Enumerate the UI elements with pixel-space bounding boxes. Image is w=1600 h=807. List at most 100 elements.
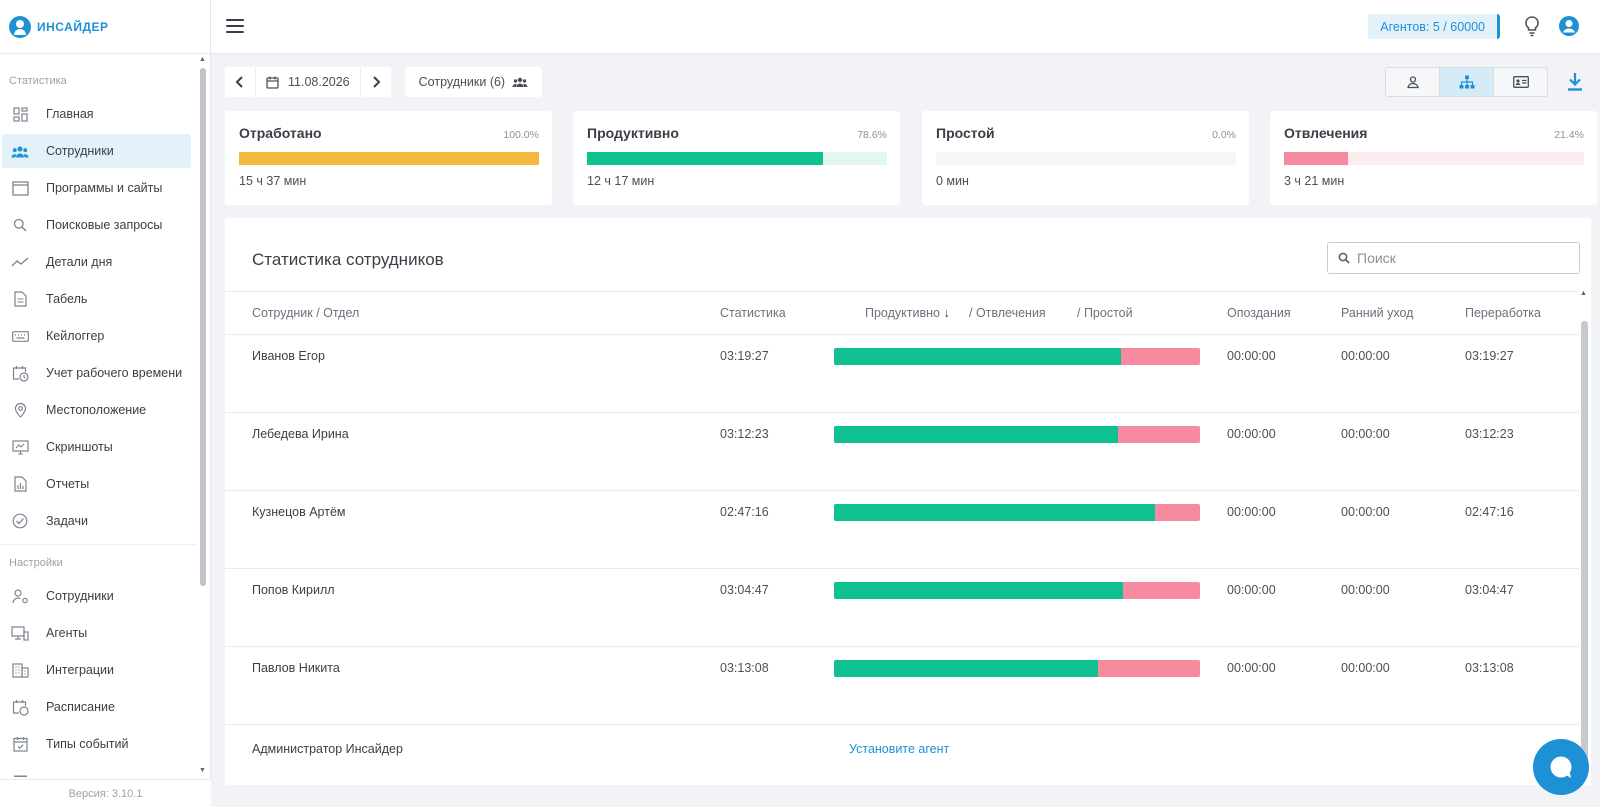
stats-item-2[interactable]: Программы и сайты xyxy=(2,171,191,205)
toolbar: 11.08.2026 Сотрудники (6) xyxy=(225,67,543,97)
date-value: 11.08.2026 xyxy=(288,75,350,89)
view-person-button[interactable] xyxy=(1386,68,1439,96)
clock-calendar-icon xyxy=(11,364,29,382)
install-agent-link[interactable]: Установите агент xyxy=(849,742,949,756)
stats-item-label: Сотрудники xyxy=(46,144,114,158)
employee-stats-panel: Статистика сотрудников Сотрудник / Отдел… xyxy=(225,218,1591,785)
schedule-icon xyxy=(11,698,29,716)
summary-card-value: 12 ч 17 мин xyxy=(587,174,655,188)
col-distraction[interactable]: / Отвлечения xyxy=(969,306,1046,320)
user-account-icon[interactable] xyxy=(1558,15,1580,37)
stats-item-label: Местоположение xyxy=(46,403,147,417)
chat-bubble-icon xyxy=(1550,756,1572,778)
stats-item-4[interactable]: Детали дня xyxy=(2,245,191,279)
chevron-right-icon xyxy=(372,76,381,88)
distraction-segment xyxy=(1154,504,1200,521)
summary-card-bar-fill xyxy=(587,152,823,165)
search-input[interactable] xyxy=(1357,250,1557,266)
col-employee[interactable]: Сотрудник / Отдел xyxy=(252,306,359,320)
window-icon xyxy=(11,179,29,197)
productivity-bar xyxy=(834,348,1200,365)
col-productive[interactable]: Продуктивно ↓ xyxy=(865,306,950,320)
employees-filter-button[interactable]: Сотрудники (6) xyxy=(404,67,543,97)
employee-name: Попов Кирилл xyxy=(252,583,335,597)
chevron-left-icon xyxy=(235,76,243,88)
stats-item-7[interactable]: Учет рабочего времени xyxy=(2,356,191,390)
summary-card-bar xyxy=(936,152,1236,165)
settings-item-4[interactable]: Типы событий xyxy=(2,727,191,761)
summary-card-bar xyxy=(587,152,887,165)
settings-item-2[interactable]: Интеграции xyxy=(2,653,191,687)
table-row[interactable]: Лебедева Ирина 03:12:23 00:00:00 00:00:00 03… xyxy=(225,413,1579,491)
col-stats[interactable]: Статистика xyxy=(720,306,786,320)
stats-item-8[interactable]: Местоположение xyxy=(2,393,191,427)
employee-name: Павлов Никита xyxy=(252,661,340,675)
download-icon[interactable] xyxy=(1566,72,1584,92)
employee-overtime: 02:47:16 xyxy=(1465,505,1514,519)
productive-segment xyxy=(834,348,1122,365)
prev-day-button[interactable] xyxy=(225,67,255,97)
users-icon xyxy=(11,142,29,160)
search-box[interactable] xyxy=(1327,242,1580,274)
agents-counter[interactable]: Агентов: 5 / 60000 xyxy=(1368,14,1500,39)
stats-item-9[interactable]: Скриншоты xyxy=(2,430,191,464)
calendar-check-icon xyxy=(11,735,29,753)
table-scrollbar[interactable]: ▲ xyxy=(1580,290,1588,771)
summary-card: Отвлечения 21.4% 3 ч 21 мин xyxy=(1270,111,1597,205)
menu-icon[interactable] xyxy=(226,19,244,33)
table-scroll-up-icon[interactable]: ▲ xyxy=(1580,290,1587,297)
lightbulb-icon[interactable] xyxy=(1522,15,1542,37)
settings-item-5[interactable] xyxy=(2,764,191,777)
scroll-down-icon[interactable]: ▼ xyxy=(199,767,206,774)
table-row-admin[interactable]: Администратор Инсайдер Установите агент xyxy=(225,711,1579,787)
col-early[interactable]: Ранний уход xyxy=(1341,306,1413,320)
sidebar-scroll-thumb[interactable] xyxy=(200,68,206,586)
next-day-button[interactable] xyxy=(361,67,391,97)
stats-item-1[interactable]: Сотрудники xyxy=(2,134,191,168)
logo-icon xyxy=(9,15,31,38)
col-overtime[interactable]: Переработка xyxy=(1465,306,1541,320)
stats-item-11[interactable]: Задачи xyxy=(2,504,191,538)
settings-item-0[interactable]: Сотрудники xyxy=(2,579,191,613)
productivity-bar xyxy=(834,582,1200,599)
stats-item-3[interactable]: Поисковые запросы xyxy=(2,208,191,242)
sidebar-scrollbar[interactable]: ▲ ▼ xyxy=(199,56,206,774)
col-late[interactable]: Опоздания xyxy=(1227,306,1291,320)
summary-card: Простой 0.0% 0 мин xyxy=(922,111,1249,205)
agent-monitor-icon xyxy=(11,624,29,642)
view-card-button[interactable] xyxy=(1493,68,1547,96)
employee-late: 00:00:00 xyxy=(1227,427,1276,441)
settings-item-3[interactable]: Расписание xyxy=(2,690,191,724)
summary-card: Отработано 100.0% 15 ч 37 мин xyxy=(225,111,552,205)
summary-card-value: 0 мин xyxy=(936,174,969,188)
stats-item-6[interactable]: Кейлоггер xyxy=(2,319,191,353)
table-scroll-thumb[interactable] xyxy=(1581,321,1588,771)
document-icon xyxy=(11,290,29,308)
stats-item-5[interactable]: Табель xyxy=(2,282,191,316)
table-row[interactable]: Иванов Егор 03:19:27 00:00:00 00:00:00 03:19… xyxy=(225,335,1579,413)
employee-stat: 03:13:08 xyxy=(720,661,769,675)
col-productive-label: Продуктивно xyxy=(865,306,940,320)
calendar-icon xyxy=(266,76,279,89)
productive-segment xyxy=(834,660,1099,677)
logo[interactable]: ИНСАЙДЕР xyxy=(0,0,210,54)
summary-card: Продуктивно 78.6% 12 ч 17 мин xyxy=(573,111,900,205)
employee-early: 00:00:00 xyxy=(1341,505,1390,519)
col-idle[interactable]: / Простой xyxy=(1077,306,1133,320)
settings-item-1[interactable]: Агенты xyxy=(2,616,191,650)
view-structure-button[interactable] xyxy=(1439,68,1493,96)
summary-card-value: 15 ч 37 мин xyxy=(239,174,307,188)
chat-button[interactable] xyxy=(1533,739,1589,795)
distraction-segment xyxy=(1118,426,1200,443)
stats-item-label: Табель xyxy=(46,292,88,306)
scroll-up-icon[interactable]: ▲ xyxy=(199,56,206,63)
employee-late: 00:00:00 xyxy=(1227,505,1276,519)
distraction-segment xyxy=(1098,660,1200,677)
date-field[interactable]: 11.08.2026 xyxy=(255,67,361,97)
table-row[interactable]: Кузнецов Артём 02:47:16 00:00:00 00:00:00 02… xyxy=(225,491,1579,569)
stats-item-0[interactable]: Главная xyxy=(2,97,191,131)
calendar-icon xyxy=(11,772,29,777)
table-row[interactable]: Попов Кирилл 03:04:47 00:00:00 00:00:00 03:0… xyxy=(225,569,1579,647)
stats-item-10[interactable]: Отчеты xyxy=(2,467,191,501)
employee-late: 00:00:00 xyxy=(1227,661,1276,675)
